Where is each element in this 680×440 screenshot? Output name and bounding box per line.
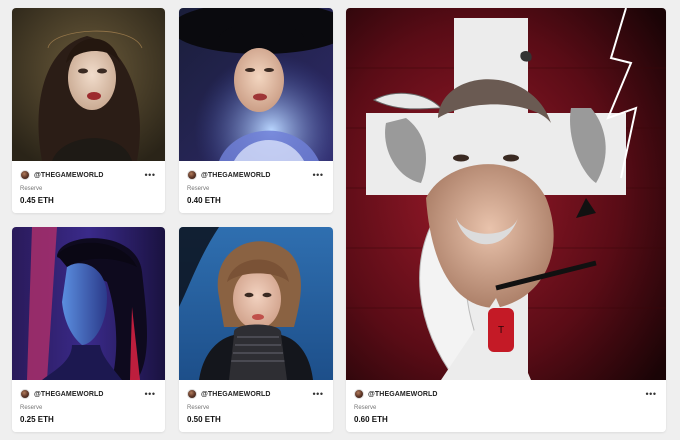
ellipsis-icon[interactable]: ••• — [143, 388, 157, 400]
reserve-price: 0.60 ETH — [354, 415, 388, 424]
reserve-label: Reserve — [20, 405, 43, 411]
ellipsis-icon[interactable]: ••• — [143, 169, 157, 181]
coffin-mark: T — [498, 325, 504, 336]
reserve-price: 0.50 ETH — [187, 415, 221, 424]
artwork-image[interactable] — [179, 227, 333, 380]
artwork-image[interactable]: T — [346, 8, 666, 380]
card-footer: @THEGAMEWORLD ••• Reserve 0.25 ETH — [12, 380, 165, 432]
creator-handle[interactable]: @THEGAMEWORLD — [34, 391, 104, 398]
reserve-price: 0.25 ETH — [20, 415, 54, 424]
creator-row: @THEGAMEWORLD ••• — [20, 388, 157, 400]
nft-card-featured[interactable]: T @THEGAMEWORLD ••• Reserve 0.60 ETH — [346, 8, 666, 432]
creator-avatar[interactable] — [187, 170, 197, 180]
reserve-price: 0.40 ETH — [187, 196, 221, 205]
reserve-price: 0.45 ETH — [20, 196, 54, 205]
creator-avatar[interactable] — [20, 389, 30, 399]
creator-handle[interactable]: @THEGAMEWORLD — [368, 391, 438, 398]
creator-avatar[interactable] — [20, 170, 30, 180]
reserve-label: Reserve — [354, 405, 377, 411]
reserve-label: Reserve — [20, 186, 43, 192]
creator-row: @THEGAMEWORLD ••• — [187, 169, 325, 181]
creator-handle[interactable]: @THEGAMEWORLD — [201, 172, 271, 179]
creator-handle[interactable]: @THEGAMEWORLD — [201, 391, 271, 398]
nft-card[interactable]: @THEGAMEWORLD ••• Reserve 0.25 ETH — [12, 227, 165, 432]
nft-card[interactable]: @THEGAMEWORLD ••• Reserve 0.40 ETH — [179, 8, 333, 213]
reserve-label: Reserve — [187, 405, 210, 411]
creator-handle[interactable]: @THEGAMEWORLD — [34, 172, 104, 179]
card-footer: @THEGAMEWORLD ••• Reserve 0.50 ETH — [179, 380, 333, 432]
ellipsis-icon[interactable]: ••• — [311, 388, 325, 400]
creator-row: @THEGAMEWORLD ••• — [354, 388, 658, 400]
creator-row: @THEGAMEWORLD ••• — [20, 169, 157, 181]
creator-row: @THEGAMEWORLD ••• — [187, 388, 325, 400]
nft-card[interactable]: @THEGAMEWORLD ••• Reserve 0.45 ETH — [12, 8, 165, 213]
artwork-image[interactable] — [179, 8, 333, 161]
ellipsis-icon[interactable]: ••• — [311, 169, 325, 181]
card-footer: @THEGAMEWORLD ••• Reserve 0.60 ETH — [346, 380, 666, 432]
card-footer: @THEGAMEWORLD ••• Reserve 0.40 ETH — [179, 161, 333, 213]
creator-avatar[interactable] — [354, 389, 364, 399]
card-footer: @THEGAMEWORLD ••• Reserve 0.45 ETH — [12, 161, 165, 213]
nft-card[interactable]: @THEGAMEWORLD ••• Reserve 0.50 ETH — [179, 227, 333, 432]
artwork-image[interactable] — [12, 8, 165, 161]
creator-avatar[interactable] — [187, 389, 197, 399]
nft-gallery: @THEGAMEWORLD ••• Reserve 0.45 ETH @THEG… — [0, 0, 680, 440]
ellipsis-icon[interactable]: ••• — [644, 388, 658, 400]
reserve-label: Reserve — [187, 186, 210, 192]
artwork-image[interactable] — [12, 227, 165, 380]
